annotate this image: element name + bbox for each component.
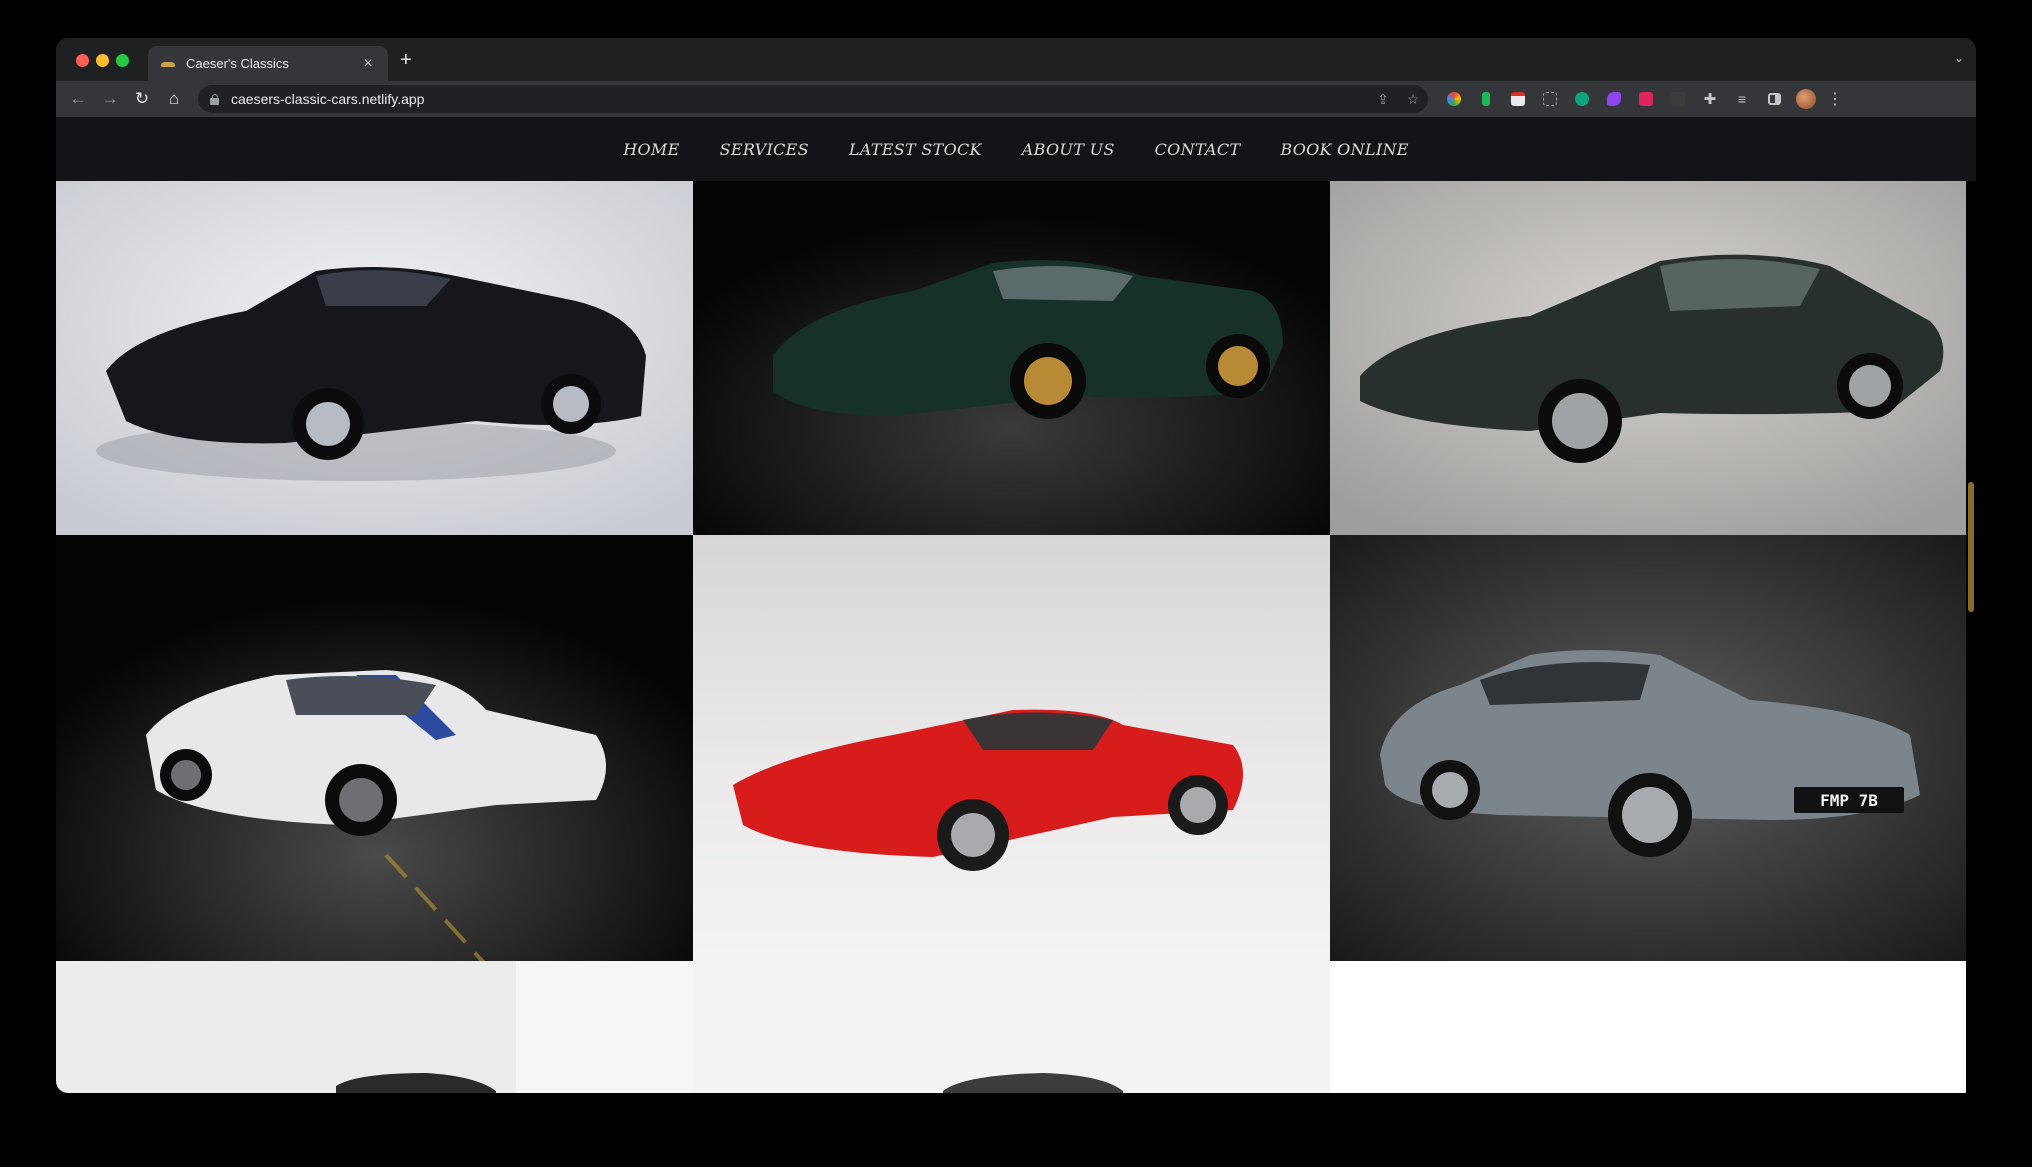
avatar[interactable] (1794, 87, 1818, 111)
screenshot-extension-icon[interactable] (1538, 87, 1562, 111)
close-window-button[interactable] (76, 54, 89, 67)
gallery-image-corvette[interactable] (56, 181, 693, 535)
gallery-image-partial-2[interactable] (693, 961, 1330, 1093)
nav-contact[interactable]: CONTACT (1155, 140, 1241, 159)
color-picker-extension-icon[interactable] (1442, 87, 1466, 111)
home-icon[interactable]: ⌂ (158, 83, 190, 115)
nav-services[interactable]: SERVICES (720, 140, 809, 159)
back-arrow-icon[interactable]: ← (62, 83, 94, 115)
bookmark-star-icon[interactable]: ☆ (1398, 91, 1428, 108)
close-tab-icon[interactable]: × (360, 55, 376, 72)
w-extension-icon[interactable] (1570, 87, 1594, 111)
reading-list-icon[interactable]: ≡ (1730, 87, 1754, 111)
reload-icon[interactable]: ↻ (126, 83, 158, 115)
lock-icon[interactable] (210, 93, 219, 105)
site-navigation: HOME SERVICES LATEST STOCK ABOUT US CONT… (56, 117, 1976, 181)
forward-arrow-icon[interactable]: → (94, 83, 126, 115)
tab-strip: Caeser's Classics × + ⌄ (56, 38, 1976, 81)
nav-about-us[interactable]: ABOUT US (1022, 140, 1115, 159)
gallery-image-shelby-mustang[interactable] (56, 535, 693, 961)
new-tab-button[interactable]: + (400, 50, 412, 70)
puzzle-extensions-icon[interactable]: ✚ (1698, 87, 1722, 111)
minimize-window-button[interactable] (96, 54, 109, 67)
browser-toolbar: ← → ↻ ⌂ caesers-classic-cars.netlify.app… (56, 81, 1976, 117)
gallery-image-partial-1[interactable] (56, 961, 693, 1093)
car-gallery-grid: FMP 7B (56, 181, 1966, 1093)
maximize-window-button[interactable] (116, 54, 129, 67)
gallery-image-ferrari-308[interactable] (693, 535, 1330, 961)
page-scrollbar[interactable] (1966, 181, 1976, 1093)
address-bar[interactable]: caesers-classic-cars.netlify.app ⇪ ☆ (198, 85, 1428, 113)
red-dice-extension-icon[interactable] (1634, 87, 1658, 111)
gallery-image-miura[interactable] (693, 181, 1330, 535)
dim-extension-icon[interactable] (1666, 87, 1690, 111)
browser-window: Caeser's Classics × + ⌄ ← → ↻ ⌂ caesers-… (56, 38, 1976, 1093)
gallery-empty-cell (1330, 961, 1966, 1093)
gallery-image-aston-martin-db5[interactable]: FMP 7B (1330, 535, 1966, 961)
tab-search-chevron-icon[interactable]: ⌄ (1954, 51, 1964, 65)
car-favicon-icon (160, 59, 176, 69)
license-plate: FMP 7B (1820, 791, 1878, 810)
nav-book-online[interactable]: BOOK ONLINE (1280, 140, 1408, 159)
gallery-image-e-type[interactable] (1330, 181, 1966, 535)
share-icon[interactable]: ⇪ (1368, 91, 1398, 108)
more-menu-icon[interactable]: ⋮ (1826, 89, 1844, 109)
nav-latest-stock[interactable]: LATEST STOCK (849, 140, 982, 159)
tab-title: Caeser's Classics (186, 56, 289, 71)
browser-tab[interactable]: Caeser's Classics × (148, 46, 388, 81)
scrollbar-thumb[interactable] (1968, 482, 1974, 612)
side-panel-icon[interactable] (1762, 87, 1786, 111)
flag-extension-icon[interactable] (1474, 87, 1498, 111)
nav-home[interactable]: HOME (623, 140, 679, 159)
extensions-area: ✚ ≡ ⋮ (1442, 87, 1844, 111)
url-text[interactable]: caesers-classic-cars.netlify.app (231, 91, 1368, 107)
calendar-extension-icon[interactable] (1506, 87, 1530, 111)
purple-extension-icon[interactable] (1602, 87, 1626, 111)
web-page: HOME SERVICES LATEST STOCK ABOUT US CONT… (56, 117, 1976, 1093)
